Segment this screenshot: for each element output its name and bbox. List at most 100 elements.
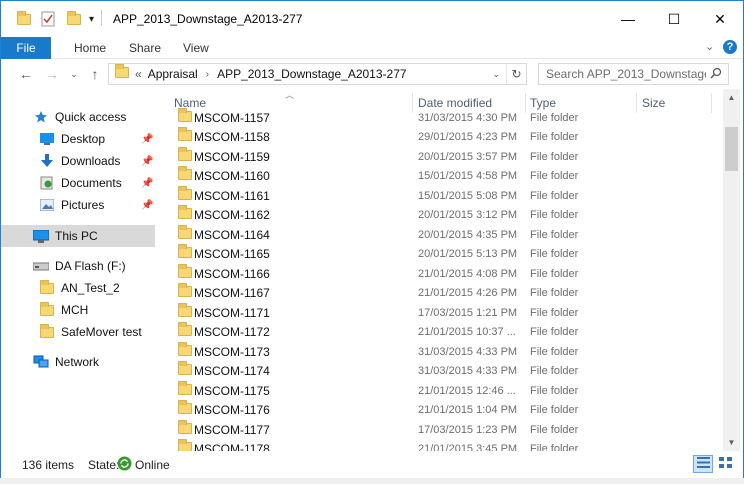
tab-view[interactable]: View xyxy=(171,37,221,59)
file-row[interactable]: MSCOM-1174 31/03/2015 4:33 PM File folder xyxy=(161,361,723,382)
nav-network[interactable]: Network xyxy=(1,351,155,373)
search-input[interactable]: Search APP_2013_Downstage_A2013-277 xyxy=(546,67,706,81)
address-dropdown-icon[interactable]: ⌄ xyxy=(492,69,500,80)
maximize-icon: ☐ xyxy=(667,10,681,27)
pin-icon[interactable]: 📌 xyxy=(141,156,153,167)
tab-home[interactable]: Home xyxy=(62,37,118,59)
breadcrumb-separator-icon[interactable]: › xyxy=(206,69,209,80)
minimize-button[interactable]: — xyxy=(605,1,651,37)
file-row[interactable]: MSCOM-1165 20/01/2015 5:13 PM File folder xyxy=(161,244,723,265)
file-type: File folder xyxy=(530,267,579,280)
file-name: MSCOM-1158 xyxy=(194,130,270,145)
folder-icon xyxy=(178,244,192,261)
nav-downloads[interactable]: Downloads 📌 xyxy=(1,150,155,172)
recent-locations-button[interactable]: ⌄ xyxy=(63,64,85,84)
file-type: File folder xyxy=(530,365,579,378)
nav-desktop[interactable]: Desktop 📌 xyxy=(1,128,155,150)
search-icon[interactable] xyxy=(710,67,722,82)
file-date: 20/01/2015 3:12 PM xyxy=(418,209,518,222)
folder-icon xyxy=(178,107,192,125)
file-row[interactable]: MSCOM-1173 31/03/2015 4:33 PM File folder xyxy=(161,341,723,362)
file-row[interactable]: MSCOM-1157 31/03/2015 4:30 PM File folder xyxy=(161,107,723,128)
nav-label: This PC xyxy=(55,229,98,243)
file-name: MSCOM-1178 xyxy=(194,442,270,451)
tab-share[interactable]: Share xyxy=(117,37,173,59)
forward-button[interactable]: → xyxy=(41,64,63,84)
nav-documents[interactable]: Documents 📌 xyxy=(1,172,155,194)
file-type: File folder xyxy=(530,170,579,183)
nav-this-pc[interactable]: This PC xyxy=(1,225,155,247)
file-date: 20/01/2015 5:13 PM xyxy=(418,248,518,261)
folder-icon xyxy=(178,419,192,437)
star-icon xyxy=(33,110,49,124)
expand-ribbon-icon[interactable]: ⌄ xyxy=(705,40,714,53)
scroll-thumb[interactable] xyxy=(725,127,738,171)
close-button[interactable]: ✕ xyxy=(697,1,743,37)
file-row[interactable]: MSCOM-1177 17/03/2015 1:23 PM File folder xyxy=(161,419,723,440)
scroll-down-icon[interactable]: ▼ xyxy=(723,434,740,451)
nav-mch[interactable]: MCH xyxy=(1,299,155,321)
back-button[interactable]: ← xyxy=(15,64,37,84)
file-row[interactable]: MSCOM-1167 21/01/2015 4:26 PM File folder xyxy=(161,283,723,304)
maximize-button[interactable]: ☐ xyxy=(651,1,697,37)
file-row[interactable]: MSCOM-1162 20/01/2015 3:12 PM File folder xyxy=(161,205,723,226)
address-bar[interactable]: « Appraisal › APP_2013_Downstage_A2013-2… xyxy=(108,63,527,85)
nav-label: Desktop xyxy=(61,132,106,146)
window-title: APP_2013_Downstage_A2013-277 xyxy=(113,12,303,26)
file-name: MSCOM-1166 xyxy=(194,266,270,281)
nav-quick-access[interactable]: Quick access xyxy=(1,106,155,128)
download-icon xyxy=(39,154,55,168)
file-row[interactable]: MSCOM-1172 21/01/2015 10:37 ... File folde… xyxy=(161,322,723,343)
large-icons-view-button[interactable] xyxy=(715,455,735,473)
nav-da-flash[interactable]: DA Flash (F:) xyxy=(1,255,155,277)
folder-icon xyxy=(178,263,192,281)
file-row[interactable]: MSCOM-1164 20/01/2015 4:35 PM File folder xyxy=(161,224,723,245)
breadcrumb-overflow[interactable]: « xyxy=(135,67,142,81)
pin-icon[interactable]: 📌 xyxy=(141,200,153,211)
file-name: MSCOM-1159 xyxy=(194,149,270,164)
details-view-button[interactable] xyxy=(693,455,713,473)
refresh-icon: ↻ xyxy=(511,67,522,81)
file-row[interactable]: MSCOM-1160 15/01/2015 4:58 PM File folder xyxy=(161,166,723,187)
pin-icon[interactable]: 📌 xyxy=(141,134,153,145)
search-box[interactable]: Search APP_2013_Downstage_A2013-277 xyxy=(538,63,729,85)
file-row[interactable]: MSCOM-1166 21/01/2015 4:08 PM File folder xyxy=(161,263,723,284)
file-type: File folder xyxy=(530,209,579,222)
file-row[interactable]: MSCOM-1159 20/01/2015 3:57 PM File folder xyxy=(161,146,723,167)
customize-toolbar-icon[interactable]: ▾ xyxy=(89,10,94,28)
vertical-scrollbar[interactable]: ▲ ▼ xyxy=(723,89,740,451)
file-type: File folder xyxy=(530,131,579,144)
up-button[interactable]: ↑ xyxy=(84,64,106,84)
nav-safemover-test[interactable]: SafeMover test xyxy=(1,321,155,343)
background-strip xyxy=(0,478,744,484)
file-row[interactable]: MSCOM-1171 17/03/2015 1:21 PM File folder xyxy=(161,302,723,323)
file-type: File folder xyxy=(530,228,579,241)
help-icon[interactable]: ? xyxy=(723,40,737,54)
chevron-down-icon: ⌄ xyxy=(70,68,78,79)
file-row[interactable]: MSCOM-1178 21/01/2015 3:45 PM File folder xyxy=(161,439,723,451)
computer-icon xyxy=(33,229,49,243)
refresh-button[interactable]: ↻ xyxy=(506,64,526,84)
nav-pictures[interactable]: Pictures 📌 xyxy=(1,194,155,216)
breadcrumb-appraisal[interactable]: Appraisal xyxy=(148,67,198,81)
nav-an-test-2[interactable]: AN_Test_2 xyxy=(1,277,155,299)
pin-icon[interactable]: 📌 xyxy=(141,178,153,189)
scroll-up-icon[interactable]: ▲ xyxy=(723,89,740,106)
tab-file[interactable]: File xyxy=(1,37,51,59)
folder-icon xyxy=(178,224,192,242)
file-row[interactable]: MSCOM-1175 21/01/2015 12:46 ... File folde… xyxy=(161,380,723,401)
file-row[interactable]: MSCOM-1176 21/01/2015 1:04 PM File folder xyxy=(161,400,723,421)
folder-icon xyxy=(178,185,192,203)
folder-icon xyxy=(17,10,31,28)
drive-icon xyxy=(33,259,49,273)
minimize-icon: — xyxy=(621,11,635,27)
properties-icon[interactable] xyxy=(41,10,55,28)
file-row[interactable]: MSCOM-1161 15/01/2015 5:08 PM File folder xyxy=(161,185,723,206)
folder-icon xyxy=(178,166,192,183)
forward-arrow-icon: → xyxy=(45,66,59,82)
new-folder-icon[interactable] xyxy=(67,10,81,28)
breadcrumb-current[interactable]: APP_2013_Downstage_A2013-277 xyxy=(217,67,406,81)
up-arrow-icon: ↑ xyxy=(91,66,99,82)
file-row[interactable]: MSCOM-1158 29/01/2015 4:23 PM File folder xyxy=(161,127,723,148)
file-type: File folder xyxy=(530,345,579,358)
